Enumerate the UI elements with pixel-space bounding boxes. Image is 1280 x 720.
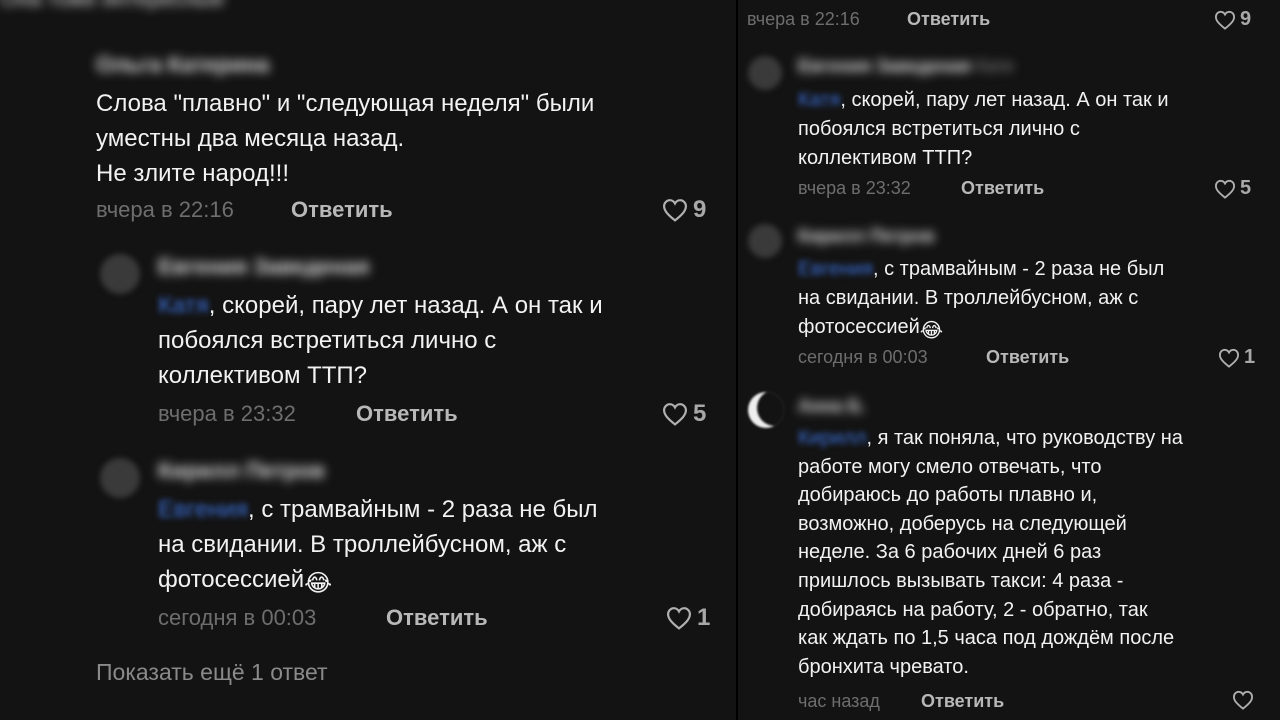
- comment-line: бронхита чревато.: [798, 655, 969, 678]
- like-count: 5: [693, 400, 707, 427]
- heart-icon: [666, 607, 692, 630]
- mention-link[interactable]: Кирилл: [798, 427, 866, 449]
- heart-icon: [1232, 690, 1254, 710]
- comment-author[interactable]: Анна Б.: [798, 396, 866, 417]
- like-button[interactable]: 9: [661, 196, 706, 224]
- reply-button[interactable]: Ответить: [961, 178, 1044, 199]
- comment-time: вчера в 22:16: [96, 197, 234, 222]
- reply-button[interactable]: Ответить: [921, 691, 1004, 712]
- comment-author[interactable]: Кирилл Петров: [798, 226, 935, 247]
- like-button[interactable]: 9: [1214, 8, 1251, 31]
- mention-link[interactable]: Евгения: [158, 496, 248, 523]
- comment-line: побоялся встретиться лично с: [798, 118, 1080, 140]
- reply-button[interactable]: Ответить: [907, 9, 990, 30]
- comment-line: добираюсь до работы плавно и,: [798, 484, 1098, 507]
- comment-author[interactable]: Евгения Заведеная Кате: [798, 56, 1014, 77]
- like-button[interactable]: 5: [1214, 177, 1251, 200]
- comment-text: Катя, скорей, пару лет назад. А он так и…: [798, 86, 1169, 173]
- avatar[interactable]: [100, 458, 140, 498]
- like-count: 1: [697, 604, 711, 631]
- mention-link[interactable]: Катя: [158, 292, 209, 319]
- comment-text: Кирилл, я так поняла, что руководству на…: [798, 424, 1183, 681]
- comment-line: фотосессией: [798, 316, 920, 338]
- author-name[interactable]: Евгения Заведеная: [798, 56, 971, 76]
- reply-button[interactable]: Ответить: [986, 347, 1069, 368]
- show-more-replies-link[interactable]: Показать ещё 1 ответ: [96, 659, 328, 686]
- comment-line: Слова "плавно" и "следующая неделя" были: [96, 90, 595, 117]
- heart-icon: [1214, 10, 1236, 30]
- comment-line: Не злите народ!!!: [96, 160, 290, 187]
- comment-line: на свидании. В троллейбусном, аж с: [158, 531, 567, 558]
- comment-line: добираясь на работу, 2 - обратно, так: [798, 598, 1148, 621]
- comment-time: сегодня в 00:03: [158, 605, 317, 630]
- like-button[interactable]: [1232, 690, 1254, 710]
- avatar[interactable]: [748, 56, 782, 90]
- comment-line: , скорей, пару лет назад. А он так и: [208, 292, 603, 319]
- comments-panel-right: вчера в 22:16 Ответить 9 Евгения Заведен…: [738, 0, 1280, 720]
- heart-icon: [1214, 179, 1236, 199]
- comment-text: Слова "плавно" и "следующая неделя" были…: [96, 86, 594, 191]
- comment-line: коллективом ТТП?: [798, 147, 973, 169]
- comment-line: коллективом ТТП?: [158, 362, 368, 389]
- like-button[interactable]: 1: [1218, 346, 1255, 369]
- comment-line: неделе. За 6 рабочих дней 6 раз: [798, 541, 1102, 564]
- comment-author[interactable]: Кирилл Петров: [158, 458, 325, 484]
- mention-link[interactable]: Евгения: [798, 258, 873, 280]
- comment-text: Евгения, с трамвайным - 2 раза не был на…: [798, 255, 1164, 346]
- comment-line: работе могу смело отвечать, что: [798, 455, 1102, 478]
- comment-line: , я так поняла, что руководству на: [866, 427, 1183, 449]
- comment-time: вчера в 22:16: [747, 9, 860, 29]
- reply-button[interactable]: Ответить: [386, 605, 488, 631]
- heart-icon: [662, 403, 688, 426]
- comment-time: сегодня в 00:03: [798, 347, 928, 367]
- comment-line: , скорей, пару лет назад. А он так и: [840, 89, 1169, 111]
- comment-line: возможно, доберусь на следующей: [798, 512, 1127, 535]
- like-count: 1: [1244, 346, 1256, 368]
- like-button[interactable]: 1: [665, 604, 710, 632]
- reply-button[interactable]: Ответить: [291, 197, 393, 223]
- avatar[interactable]: [748, 392, 784, 428]
- comment-line: на свидании. В троллейбусном, аж с: [798, 287, 1139, 309]
- laughing-emoji-icon: 😂: [919, 320, 944, 342]
- avatar[interactable]: [748, 224, 782, 258]
- heart-icon: [662, 199, 688, 222]
- comment-time: вчера в 23:32: [158, 401, 296, 426]
- comment-line: пришлось вызывать такси: 4 раза -: [798, 569, 1124, 592]
- like-count: 5: [1240, 177, 1252, 199]
- like-button[interactable]: 5: [661, 400, 706, 428]
- author-suffix: Кате: [975, 56, 1015, 76]
- like-count: 9: [1240, 8, 1252, 30]
- comment-line: побоялся встретиться лично с: [158, 327, 497, 354]
- comment-text: Катя, скорей, пару лет назад. А он так и…: [158, 288, 603, 393]
- comment-text: Евгения, с трамвайным - 2 раза не был на…: [158, 492, 598, 601]
- avatar[interactable]: [100, 254, 140, 294]
- mention-link[interactable]: Катя: [798, 89, 840, 111]
- comments-panel-left: Она тоже интересные Ольга Катерина Слова…: [0, 0, 736, 720]
- comment-line: , с трамвайным - 2 раза не был: [248, 496, 598, 523]
- comment-time: час назад: [798, 691, 880, 711]
- cut-off-heading: Она тоже интересные: [0, 0, 225, 12]
- comment-line: фотосессией: [158, 566, 305, 593]
- comment-line: как ждать по 1,5 часа под дождём после: [798, 627, 1175, 650]
- comment-author[interactable]: Евгения Заведеная: [158, 254, 369, 280]
- reply-button[interactable]: Ответить: [356, 401, 458, 427]
- comment-line: , с трамвайным - 2 раза не был: [873, 258, 1165, 280]
- heart-icon: [1218, 348, 1240, 368]
- laughing-emoji-icon: 😂: [304, 570, 333, 597]
- comment-author[interactable]: Ольга Катерина: [96, 52, 269, 78]
- comment-line: уместны два месяца назад.: [96, 125, 405, 152]
- comment-time: вчера в 23:32: [798, 178, 911, 198]
- like-count: 9: [693, 196, 707, 223]
